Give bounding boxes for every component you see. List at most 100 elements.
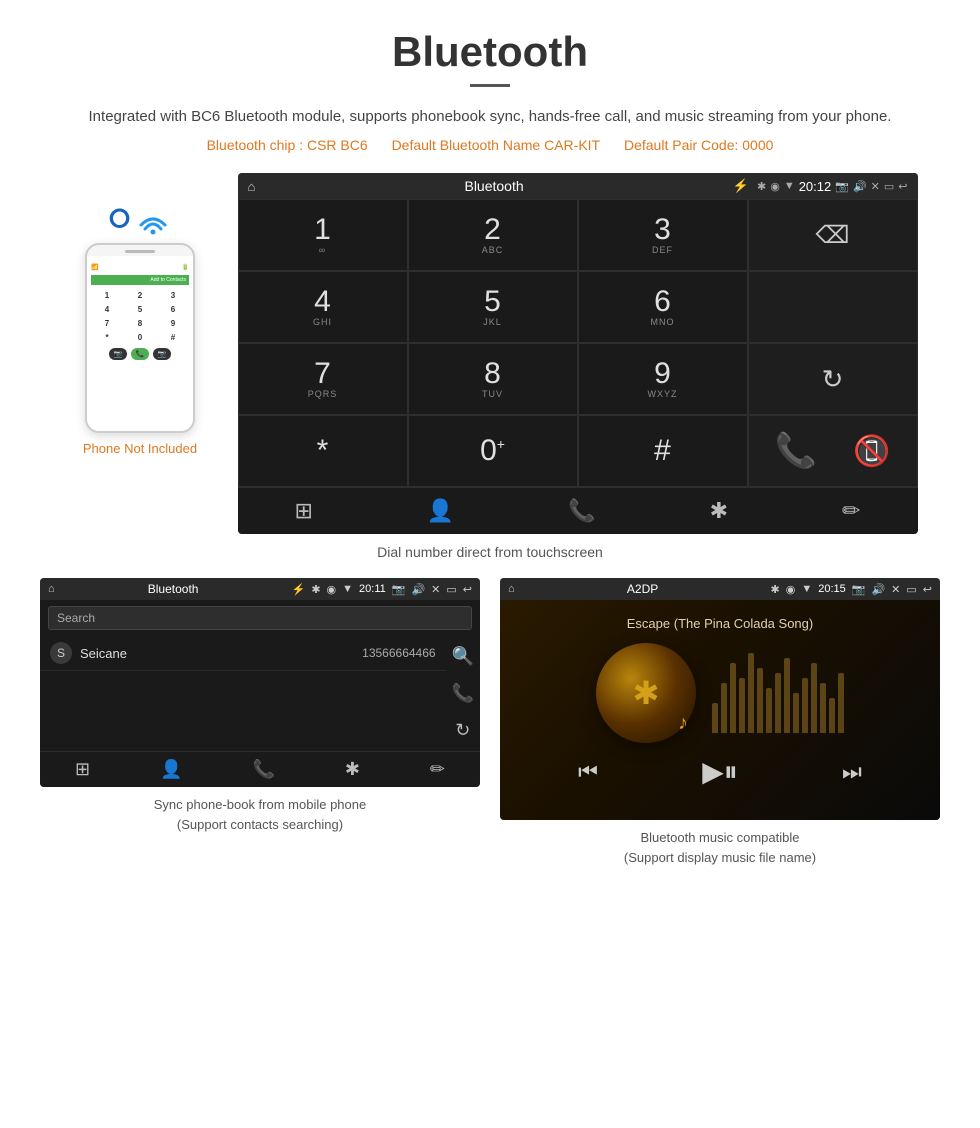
eq-bar xyxy=(811,663,817,733)
pb-search-box[interactable]: Search xyxy=(48,606,472,630)
bt-album-icon: ✱ xyxy=(633,674,660,712)
eq-bar xyxy=(721,683,727,733)
pb-contact-item[interactable]: S Seicane 13566664466 xyxy=(40,636,446,671)
pb-call-icon[interactable]: 📞 xyxy=(452,683,474,704)
nav-bt-icon[interactable]: ✱ xyxy=(710,498,728,524)
pb-title: Bluetooth xyxy=(61,582,286,596)
key-6[interactable]: 6 MNO xyxy=(578,271,748,343)
key-5[interactable]: 5 JKL xyxy=(408,271,578,343)
eq-bar xyxy=(766,688,772,733)
pb-contacts-list: S Seicane 13566664466 xyxy=(40,636,446,751)
pb-side-icons: 🔍 📞 ↻ xyxy=(446,636,480,751)
pb-refresh-icon[interactable]: ↻ xyxy=(455,720,470,741)
music-caption: Bluetooth music compatible (Support disp… xyxy=(624,828,816,867)
eq-bar xyxy=(757,668,763,733)
phone-keypad: 123 456 789 *0# xyxy=(91,289,189,344)
keypad-area: 1 ∞ 2 ABC 3 DEF ⌫ 4 GHI 5 JKL xyxy=(238,199,918,487)
eq-bar xyxy=(784,658,790,733)
key-7[interactable]: 7 PQRS xyxy=(238,343,408,415)
music-song-title: Escape (The Pina Colada Song) xyxy=(627,616,813,631)
pb-contact-number: 13566664466 xyxy=(362,646,435,660)
eq-bar xyxy=(793,693,799,733)
music-content-row: ✱ ♪ xyxy=(516,643,924,743)
pb-nav-bt[interactable]: ✱ xyxy=(345,759,360,780)
key-4[interactable]: 4 GHI xyxy=(238,271,408,343)
note-icon: ♪ xyxy=(678,712,688,735)
nav-settings-icon[interactable]: ✏ xyxy=(842,498,860,524)
pb-time: 20:11 xyxy=(359,583,386,595)
key-9[interactable]: 9 WXYZ xyxy=(578,343,748,415)
bt-signal-area: ⭘ xyxy=(109,203,171,235)
nav-phone-icon[interactable]: 📞 xyxy=(568,498,595,524)
phonebook-frame: ⌂ Bluetooth ⚡ ✱◉▼ 20:11 📷🔊✕▭↩ Search S S… xyxy=(40,578,480,787)
phone-call-btn: 📞 xyxy=(131,348,149,360)
dial-status-bar: ⌂ Bluetooth ⚡ ✱◉▼ 20:12 📷🔊✕▭↩ xyxy=(238,173,918,199)
phone-mockup: ⭘ 📶🔋 Add to Contacts 123 456 789 *0# xyxy=(63,173,218,456)
dial-bluetooth-title: Bluetooth xyxy=(263,178,724,194)
pb-nav-edit[interactable]: ✏ xyxy=(430,759,445,780)
pb-nav-contacts[interactable]: 👤 xyxy=(160,759,182,780)
key-hash[interactable]: # xyxy=(578,415,748,487)
dial-caption: Dial number direct from touchscreen xyxy=(0,544,980,560)
eq-bar xyxy=(739,678,745,733)
bt-chip-spec: Bluetooth chip : CSR BC6 xyxy=(207,137,368,153)
dial-status-icons: ✱◉▼ 20:12 📷🔊✕▭↩ xyxy=(757,179,908,194)
music-body: Escape (The Pina Colada Song) ✱ ♪ ⏮ ▶⏸ ⏭ xyxy=(500,600,940,820)
eq-bar xyxy=(829,698,835,733)
dial-home-icon[interactable]: ⌂ xyxy=(248,179,256,194)
next-button[interactable]: ⏭ xyxy=(842,759,862,785)
music-screenshot: ⌂ A2DP ✱◉▼ 20:15 📷🔊✕▭↩ Escape (The Pina … xyxy=(490,578,950,867)
pb-bottom-nav: ⊞ 👤 📞 ✱ ✏ xyxy=(40,751,480,787)
music-time: 20:15 xyxy=(818,583,846,595)
music-controls: ⏮ ▶⏸ ⏭ xyxy=(516,743,924,795)
key-2[interactable]: 2 ABC xyxy=(408,199,578,271)
key-0[interactable]: 0+ xyxy=(408,415,578,487)
delete-key[interactable]: ⌫ xyxy=(748,199,918,271)
equalizer-bars xyxy=(712,653,844,733)
title-divider xyxy=(470,84,510,87)
pb-nav-keypad[interactable]: ⊞ xyxy=(75,759,90,780)
pb-search-icon[interactable]: 🔍 xyxy=(452,646,474,667)
refresh-key[interactable]: ↻ xyxy=(748,343,918,415)
call-green-key[interactable]: 📞 📵 xyxy=(748,415,918,487)
phonebook-screenshot: ⌂ Bluetooth ⚡ ✱◉▼ 20:11 📷🔊✕▭↩ Search S S… xyxy=(30,578,490,867)
dial-screen: ⌂ Bluetooth ⚡ ✱◉▼ 20:12 📷🔊✕▭↩ 1 ∞ 2 ABC … xyxy=(238,173,918,534)
pb-content-row: S Seicane 13566664466 🔍 📞 ↻ xyxy=(40,636,480,751)
eq-bar xyxy=(820,683,826,733)
key-1[interactable]: 1 ∞ xyxy=(238,199,408,271)
dial-time: 20:12 xyxy=(799,179,832,194)
dial-bottom-nav: ⊞ 👤 📞 ✱ ✏ xyxy=(238,487,918,534)
keypad-empty-1 xyxy=(748,271,918,343)
pb-status-bar: ⌂ Bluetooth ⚡ ✱◉▼ 20:11 📷🔊✕▭↩ xyxy=(40,578,480,600)
phone-add-contacts: Add to Contacts xyxy=(91,275,189,285)
play-button[interactable]: ▶⏸ xyxy=(702,755,738,789)
nav-keypad-icon[interactable]: ⊞ xyxy=(294,498,312,524)
subtitle-text: Integrated with BC6 Bluetooth module, su… xyxy=(0,105,980,129)
pb-nav-phone[interactable]: 📞 xyxy=(252,759,274,780)
pb-home-icon[interactable]: ⌂ xyxy=(48,583,55,595)
pb-contact-name: Seicane xyxy=(80,646,362,661)
music-status-bar: ⌂ A2DP ✱◉▼ 20:15 📷🔊✕▭↩ xyxy=(500,578,940,600)
dial-usb-icon: ⚡ xyxy=(733,178,749,194)
eq-bar xyxy=(802,678,808,733)
pb-usb-icon: ⚡ xyxy=(292,583,306,596)
eq-bar xyxy=(775,673,781,733)
phone-camera-btn: 📷 xyxy=(109,348,127,360)
eq-bar xyxy=(748,653,754,733)
music-home-icon[interactable]: ⌂ xyxy=(508,583,515,595)
album-art: ✱ ♪ xyxy=(596,643,696,743)
pb-search-row: Search xyxy=(40,600,480,636)
key-star[interactable]: * xyxy=(238,415,408,487)
prev-button[interactable]: ⏮ xyxy=(578,759,598,785)
eq-bar xyxy=(712,703,718,733)
music-screen-frame: ⌂ A2DP ✱◉▼ 20:15 📷🔊✕▭↩ Escape (The Pina … xyxy=(500,578,940,820)
bt-icon-blue: ⭘ xyxy=(109,203,130,235)
nav-contacts-icon[interactable]: 👤 xyxy=(427,498,454,524)
eq-bar xyxy=(838,673,844,733)
phone-not-included-label: Phone Not Included xyxy=(83,441,197,456)
pb-contact-initial: S xyxy=(50,642,72,664)
key-8[interactable]: 8 TUV xyxy=(408,343,578,415)
phone-image: 📶🔋 Add to Contacts 123 456 789 *0# 📷 📞 📷 xyxy=(85,243,195,433)
key-3[interactable]: 3 DEF xyxy=(578,199,748,271)
specs-line: Bluetooth chip : CSR BC6 Default Bluetoo… xyxy=(0,137,980,153)
